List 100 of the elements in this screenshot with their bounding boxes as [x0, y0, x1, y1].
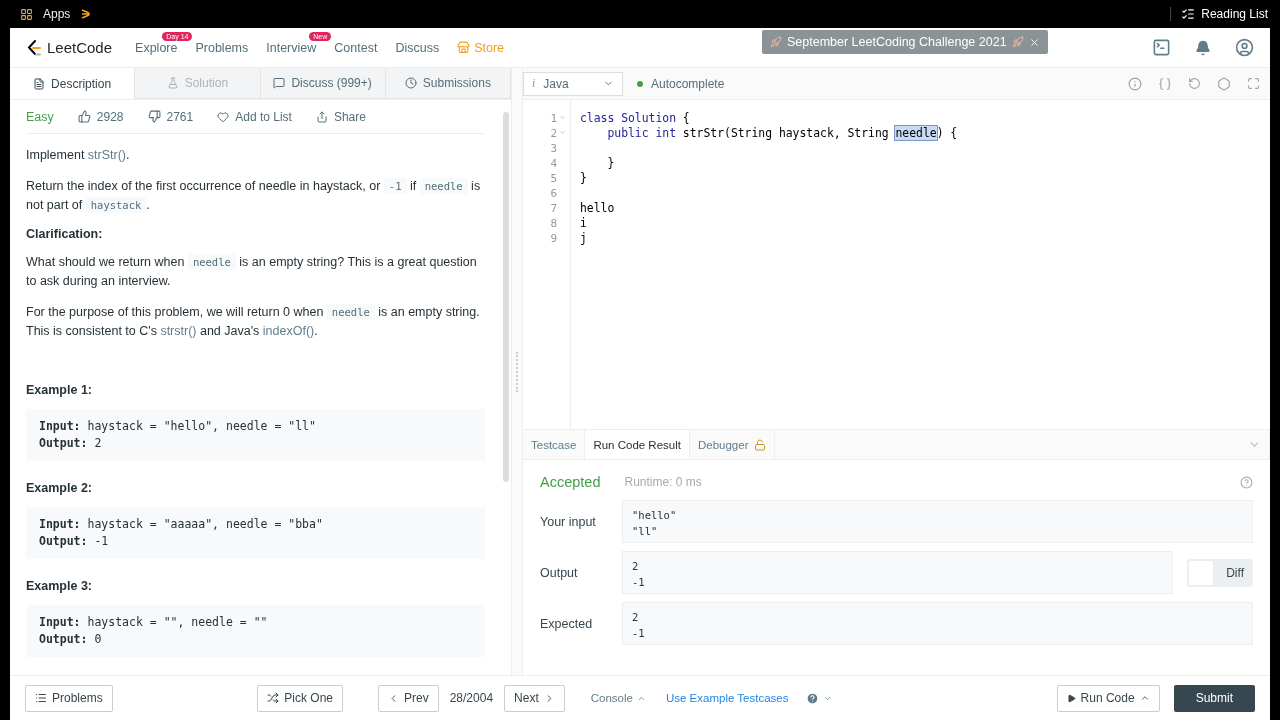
result-label: Expected	[540, 616, 594, 631]
problems-button[interactable]: Problems	[25, 684, 113, 712]
code-line: j	[580, 231, 588, 246]
challenge-banner[interactable]: September LeetCoding Challenge 2021	[762, 30, 1048, 54]
avatar-icon[interactable]	[1235, 38, 1254, 57]
close-icon[interactable]	[1028, 36, 1040, 48]
heart-icon	[217, 110, 230, 123]
pick-one-button[interactable]: Pick One	[257, 684, 343, 712]
result-value: 2 -1	[622, 551, 1173, 594]
line-number: 9	[550, 232, 557, 245]
diff-toggle[interactable]: Diff	[1187, 558, 1253, 587]
doc-link[interactable]: strStr()	[87, 148, 127, 162]
braces-icon[interactable]	[1158, 76, 1172, 91]
doc-link[interactable]: strstr()	[160, 324, 197, 338]
problem-tab[interactable]: Discuss (999+)	[260, 68, 386, 99]
shuffle-icon	[267, 692, 280, 704]
caret-icon	[1139, 693, 1150, 703]
logo-text[interactable]: LeetCode	[47, 39, 113, 56]
problem-position: 28/2004	[449, 691, 494, 705]
example-block: Input: haystack = "hello", needle = "ll" Output: 2	[26, 409, 485, 461]
list-icon	[35, 692, 47, 704]
code-line: }	[580, 171, 588, 186]
run-code-button[interactable]: Run Code	[1056, 684, 1160, 712]
code-line: hello	[580, 201, 616, 216]
comment-icon	[273, 77, 286, 89]
add-to-list-button[interactable]: Add to List	[217, 109, 292, 124]
line-number: 1	[550, 112, 557, 125]
fullscreen-icon[interactable]	[1247, 77, 1260, 90]
code-line: i	[580, 216, 588, 231]
example-title: Example 1:	[26, 383, 93, 397]
banner-text: September LeetCoding Challenge 2021	[787, 35, 1007, 49]
result-value: "hello" "ll"	[622, 500, 1253, 543]
example-title: Example 2:	[26, 481, 93, 495]
line-number: 6	[550, 187, 557, 200]
description-paragraph: Implement strStr().	[26, 147, 131, 164]
result-label: Output	[540, 565, 579, 580]
nav-link[interactable]: Discuss	[386, 40, 449, 55]
notification-icon[interactable]	[1195, 39, 1211, 56]
difficulty-label: Easy	[26, 109, 54, 124]
clock-icon	[404, 77, 417, 89]
rocket-icon	[770, 36, 782, 48]
nav-link[interactable]: Interview	[257, 40, 326, 55]
next-button[interactable]: Next	[504, 684, 565, 712]
result-value: 2 -1	[622, 602, 1253, 645]
help-icon[interactable]	[1240, 475, 1253, 489]
result-status: Accepted	[540, 474, 601, 490]
share-button[interactable]: Share	[315, 109, 366, 124]
nav-link[interactable]: Explore	[126, 40, 187, 55]
reading-list-button[interactable]: Reading List	[1170, 7, 1268, 21]
fold-icon[interactable]	[559, 129, 566, 136]
play-icon	[1066, 693, 1076, 703]
reset-icon[interactable]	[1188, 77, 1201, 90]
language-select[interactable]: i Java	[523, 71, 623, 96]
share-icon	[315, 110, 328, 123]
submit-button[interactable]: Submit	[1173, 684, 1255, 712]
line-number: 3	[550, 142, 557, 155]
rocket-icon	[1011, 36, 1024, 48]
line-number: 8	[550, 217, 557, 230]
result-tab[interactable]: Run Code Result	[585, 430, 690, 459]
result-tab[interactable]: Debugger	[689, 430, 776, 459]
example-title: Example 3:	[26, 579, 93, 593]
nav-link[interactable]: Problems	[186, 40, 258, 55]
settings-icon[interactable]	[1217, 76, 1231, 91]
thumbs-down-icon	[147, 110, 161, 123]
code-line: public int strStr(String haystack, String needle) {	[606, 126, 958, 141]
problem-tab[interactable]: Description	[10, 68, 136, 99]
fold-icon[interactable]	[559, 114, 566, 121]
use-example-link[interactable]: Use Example Testcases	[665, 692, 789, 704]
thumbs-up-icon	[77, 110, 91, 123]
description-paragraph: Return the index of the first occurrence of needle in haystack, or -1 if needle is not part of haystack .	[26, 177, 482, 215]
nav-link[interactable]: Contest	[325, 40, 387, 55]
section-heading: Clarification:	[26, 227, 104, 241]
store-icon	[457, 41, 471, 54]
code-line: }	[606, 156, 616, 171]
description-paragraph: What should we return when needle is an empty string? This is a great question to ask during an interview.	[26, 253, 478, 290]
example-block: Input: haystack = "", needle = "" Output: 0	[26, 605, 485, 657]
autocomplete-toggle[interactable]: Autocomplete	[637, 76, 725, 91]
apps-grid-icon[interactable]	[20, 7, 33, 21]
dislike-button[interactable]: 2761	[147, 109, 194, 124]
example-block: Input: haystack = "aaaaa", needle = "bba" Output: -1	[26, 507, 485, 559]
document-icon	[33, 77, 46, 90]
logo-icon[interactable]	[26, 38, 42, 57]
description-paragraph: For the purpose of this problem, we will return 0 when needle is an empty string. This is consistent to C's strstr() and Java's indexOf().	[26, 303, 481, 340]
runtime-text: Runtime: 0 ms	[624, 475, 702, 489]
line-number: 2	[550, 127, 557, 140]
list-icon	[1181, 7, 1196, 21]
problem-tab[interactable]: Submissions	[385, 68, 511, 99]
code-line: class Solution {	[580, 111, 691, 126]
prev-button[interactable]: Prev	[378, 684, 439, 712]
flask-icon	[166, 77, 179, 89]
line-number: 7	[550, 202, 557, 215]
line-number: 5	[550, 172, 557, 185]
console-toggle[interactable]: Console	[590, 692, 646, 704]
like-button[interactable]: 2928	[77, 109, 124, 124]
bookmark-logo-icon[interactable]	[80, 7, 93, 21]
result-label: Your input	[540, 514, 597, 529]
playground-icon[interactable]	[1152, 38, 1171, 57]
apps-bookmark[interactable]: Apps	[43, 7, 71, 21]
info-icon[interactable]	[1128, 76, 1142, 91]
help-dropdown[interactable]	[806, 691, 833, 705]
